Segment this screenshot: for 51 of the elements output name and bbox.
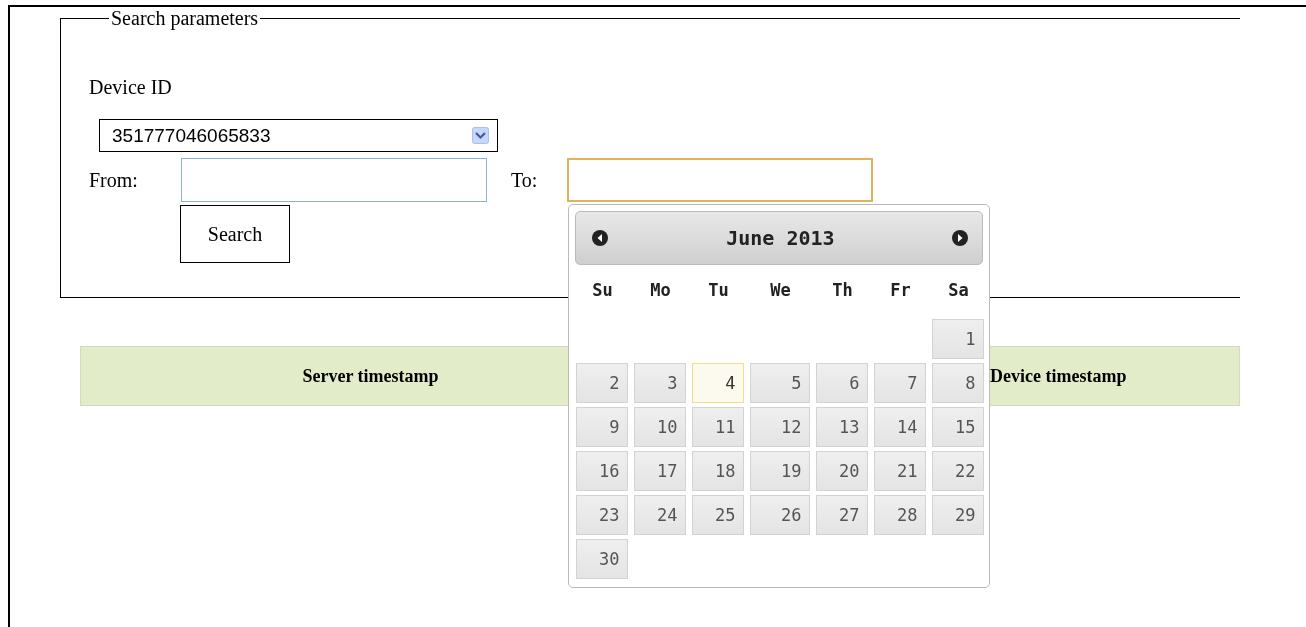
day-cell[interactable]: 28 [874,495,927,535]
column-header: Server timestamp [302,365,439,387]
weekday-label: Sa [947,279,970,302]
panel-legend: Search parameters [109,7,261,30]
column-header: Device timestamp [990,365,1127,387]
day-cell[interactable]: 14 [874,407,927,447]
to-label: To: [511,168,538,192]
day-cell[interactable]: 26 [750,495,811,535]
day-cell[interactable]: 27 [816,495,869,535]
weekday-label: Th [831,279,854,302]
from-label: From: [89,168,139,192]
day-cell[interactable]: 23 [576,495,629,535]
previous-month-icon[interactable] [592,230,609,246]
day-cell[interactable]: 21 [874,451,927,491]
day-cell[interactable]: 16 [576,451,629,491]
weekday-label: We [769,279,792,302]
day-cell[interactable]: 12 [750,407,811,447]
weekday-label: Tu [707,279,730,302]
day-cell[interactable]: 22 [932,451,985,491]
day-cell[interactable]: 3 [634,363,687,403]
day-cell[interactable]: 2 [576,363,629,403]
day-cell[interactable]: 24 [634,495,687,535]
day-cell[interactable]: 15 [932,407,985,447]
month-title: June 2013 [726,226,835,250]
day-cell[interactable]: 9 [576,407,629,447]
day-cell[interactable]: 18 [692,451,745,491]
device-id-label: Device ID [89,76,173,99]
day-cell[interactable]: 29 [932,495,985,535]
chevron-down-icon [472,127,489,144]
next-month-icon[interactable] [952,230,969,246]
day-cell[interactable]: 25 [692,495,745,535]
weekday-label: Mo [649,279,672,302]
search-button[interactable]: Search [180,205,290,263]
day-cell[interactable]: 8 [932,363,985,403]
day-cell[interactable]: 7 [874,363,927,403]
weekday-label: Fr [889,279,912,302]
device-id-select[interactable]: 351777046065833 [99,119,498,152]
day-cell[interactable]: 30 [576,539,629,579]
to-date-field[interactable] [567,158,874,202]
from-date-field[interactable] [181,158,487,202]
day-cell[interactable]: 10 [634,407,687,447]
day-cell[interactable]: 1 [932,319,985,359]
day-cell[interactable]: 6 [816,363,869,403]
day-cell[interactable]: 5 [750,363,811,403]
day-cell[interactable]: 4 [692,363,745,403]
day-cell[interactable]: 11 [692,407,745,447]
day-cell[interactable]: 13 [816,407,869,447]
weekday-label: Su [591,279,614,302]
day-cell[interactable]: 20 [816,451,869,491]
day-cell[interactable]: 17 [634,451,687,491]
day-cell[interactable]: 19 [750,451,811,491]
